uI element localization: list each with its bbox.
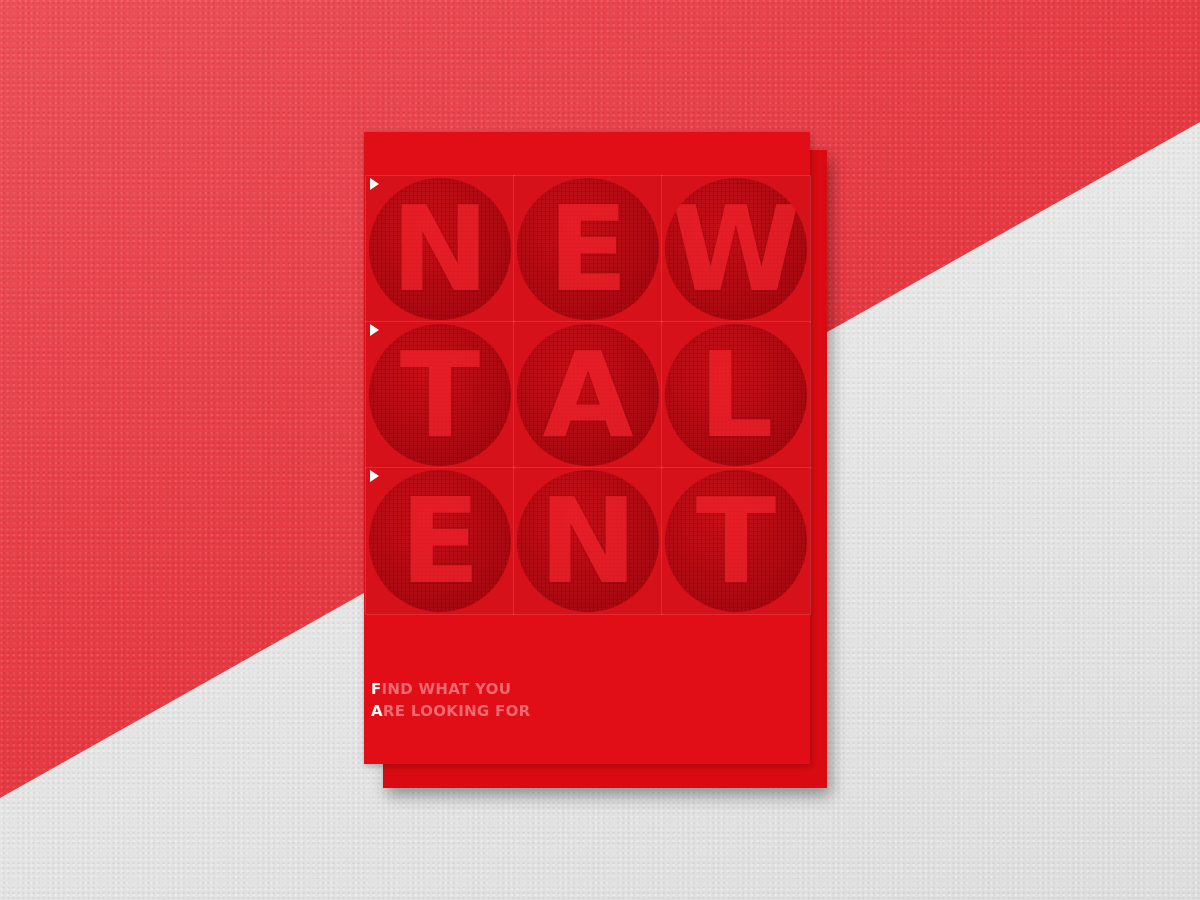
letter-circle: T xyxy=(665,470,807,612)
poster-letter: E xyxy=(399,472,481,610)
letter-circle: A xyxy=(517,324,659,466)
poster-tagline: FIND WHAT YOU ARE LOOKING FOR xyxy=(371,678,531,722)
poster-letter: T xyxy=(399,326,481,464)
triangle-marker-icon xyxy=(370,178,379,190)
letter-circle: N xyxy=(517,470,659,612)
letter-circle: E xyxy=(369,470,511,612)
triangle-marker-icon xyxy=(370,470,379,482)
poster-letter: A xyxy=(542,326,634,464)
photo-scene: N E W T A L E N T FIND WHAT YOU ARE LOOK… xyxy=(0,0,1200,900)
letter-tile: W xyxy=(661,175,811,323)
letter-tile: E xyxy=(513,175,663,323)
letter-circle: E xyxy=(517,178,659,320)
letter-tile: N xyxy=(365,175,515,323)
poster-letter: W xyxy=(670,180,802,318)
poster-letter: N xyxy=(538,472,638,610)
poster-letter: T xyxy=(695,472,777,610)
letter-circle: W xyxy=(665,178,807,320)
letter-circle: T xyxy=(369,324,511,466)
letter-tile: T xyxy=(365,321,515,469)
letter-tile: T xyxy=(661,467,811,615)
letter-tile: L xyxy=(661,321,811,469)
letter-tile: E xyxy=(365,467,515,615)
tagline-text: RE LOOKING FOR xyxy=(382,702,531,720)
triangle-marker-icon xyxy=(370,324,379,336)
tagline-line-1: FIND WHAT YOU xyxy=(371,678,531,700)
letter-grid: N E W T A L E N T xyxy=(365,175,811,615)
tagline-initial: A xyxy=(371,702,383,720)
poster-letter: N xyxy=(390,180,490,318)
tagline-line-2: ARE LOOKING FOR xyxy=(371,700,531,722)
tagline-initial: F xyxy=(371,680,382,698)
poster-letter: E xyxy=(547,180,629,318)
tagline-text: IND WHAT YOU xyxy=(381,680,512,698)
poster-letter: L xyxy=(698,326,774,464)
letter-circle: L xyxy=(665,324,807,466)
letter-tile: A xyxy=(513,321,663,469)
letter-circle: N xyxy=(369,178,511,320)
letter-tile: N xyxy=(513,467,663,615)
